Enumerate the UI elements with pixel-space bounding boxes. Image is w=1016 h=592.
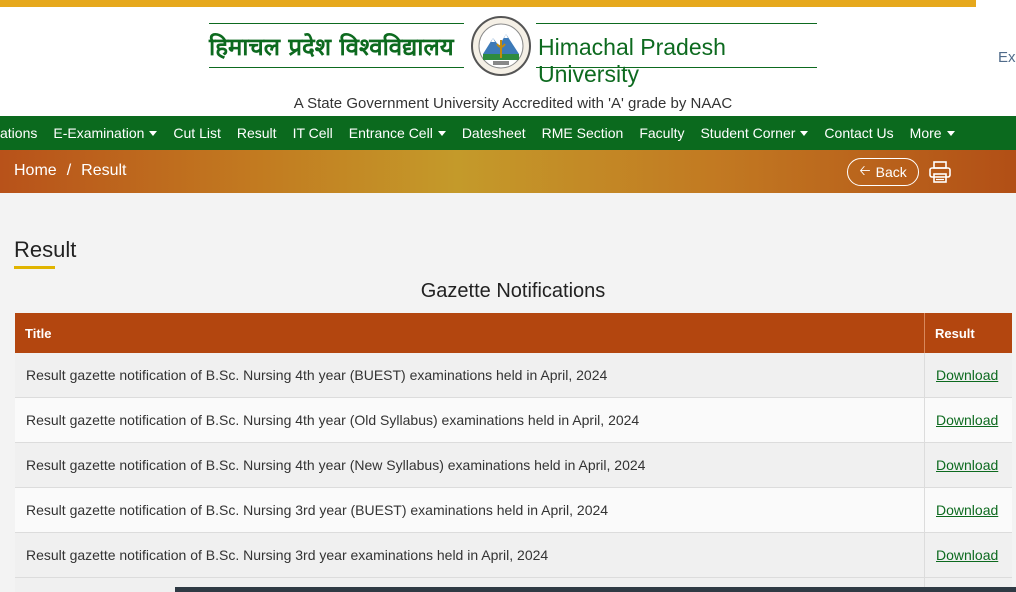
main-content: Result Gazette Notifications Title Resul… (0, 193, 1016, 592)
accreditation-text: A State Government University Accredited… (293, 95, 733, 112)
nav-item-label: Entrance Cell (348, 125, 433, 141)
nav-item-label: Student Corner (700, 125, 796, 141)
english-university-name: Himachal Pradesh University (538, 34, 726, 87)
breadcrumb-band: Home / Result 🡠 Back (0, 150, 1016, 193)
caret-down-icon (437, 130, 446, 136)
breadcrumb-current: Result (81, 162, 127, 179)
printer-icon[interactable] (928, 161, 952, 183)
university-emblem-icon (471, 16, 531, 76)
page-title-underline (14, 266, 55, 269)
row-result-cell: Download (925, 398, 1012, 442)
page-title: Result (14, 237, 77, 262)
header-title: Title (15, 313, 925, 353)
breadcrumb: Home / Result (14, 162, 127, 180)
nav-item-label: Datesheet (461, 125, 526, 141)
nav-item-label: Result (236, 125, 277, 141)
nav-item-11[interactable]: More (910, 125, 955, 141)
nav-item-6[interactable]: Datesheet (462, 125, 526, 141)
nav-item-0[interactable]: ations (0, 125, 37, 141)
back-button-label: Back (875, 164, 907, 180)
nav-item-label: More (909, 125, 942, 141)
table-row: Result gazette notification of B.Sc. Nur… (15, 398, 1012, 443)
results-table: Title Result Result gazette notification… (15, 313, 1012, 592)
caret-down-icon (149, 130, 158, 136)
breadcrumb-separator: / (66, 162, 72, 179)
row-title: Result gazette notification of B.Sc. Nur… (15, 443, 925, 487)
taskbar-edge (175, 587, 1016, 592)
row-title: Result gazette notification of B.Sc. Nur… (15, 398, 925, 442)
nav-item-4[interactable]: IT Cell (293, 125, 333, 141)
site-header: हिमाचल प्रदेश विश्वविद्यालय Himachal Pra… (0, 7, 1016, 116)
nav-item-2[interactable]: Cut List (173, 125, 220, 141)
nav-item-label: Contact Us (824, 125, 894, 141)
section-title: Gazette Notifications (420, 280, 606, 302)
row-result-cell: Download (925, 488, 1012, 532)
nav-item-10[interactable]: Contact Us (824, 125, 893, 141)
nav-item-1[interactable]: E-Examination (53, 125, 158, 141)
nav-item-7[interactable]: RME Section (542, 125, 624, 141)
logo-rule-bottom-left (209, 67, 464, 68)
nav-item-label: IT Cell (292, 125, 333, 141)
breadcrumb-home-link[interactable]: Home (14, 162, 57, 179)
row-result-cell: Download (925, 443, 1012, 487)
table-row: Result gazette notification of B.Sc. Nur… (15, 488, 1012, 533)
top-strip-gap (976, 0, 1016, 7)
row-title: Result gazette notification of B.Sc. Nur… (15, 353, 925, 397)
nav-item-label: Faculty (639, 125, 685, 141)
nav-item-9[interactable]: Student Corner (700, 125, 809, 141)
nav-item-3[interactable]: Result (237, 125, 277, 141)
nav-item-5[interactable]: Entrance Cell (349, 125, 446, 141)
back-button[interactable]: 🡠 Back (847, 158, 919, 186)
caret-down-icon (800, 130, 809, 136)
row-title: Result gazette notification of B.Sc. Nur… (15, 488, 925, 532)
logo-rule-top-right (536, 23, 817, 24)
download-link[interactable]: Download (936, 367, 998, 383)
nav-item-label: E-Examination (53, 125, 145, 141)
arrow-left-icon: 🡠 (859, 162, 871, 178)
logo-rule-top-left (209, 23, 464, 24)
nav-item-label: RME Section (541, 125, 624, 141)
table-header: Title Result (15, 313, 1012, 353)
edge-clipped-text[interactable]: Ex (998, 49, 1016, 66)
download-link[interactable]: Download (936, 412, 998, 428)
download-link[interactable]: Download (936, 502, 998, 518)
table-row: Result gazette notification of B.Sc. Nur… (15, 443, 1012, 488)
download-link[interactable]: Download (936, 547, 998, 563)
header-result: Result (935, 325, 975, 341)
download-link[interactable]: Download (936, 457, 998, 473)
table-row: Result gazette notification of B.Sc. Nur… (15, 353, 1012, 398)
table-row: Result gazette notification of B.Sc. Nur… (15, 533, 1012, 578)
top-gold-strip (0, 0, 976, 7)
nav-item-label: ations (0, 125, 38, 141)
caret-down-icon (946, 130, 955, 136)
logo-block[interactable]: हिमाचल प्रदेश विश्वविद्यालय Himachal Pra… (209, 16, 817, 87)
main-navigation: ations E-Examination Cut List Result IT Cell… (0, 116, 1016, 150)
row-title: Result gazette notification of B.Sc. Nur… (15, 533, 925, 577)
row-result-cell: Download (925, 353, 1012, 397)
row-result-cell: Download (925, 533, 1012, 577)
nav-items-container: ations E-Examination Cut List Result IT Cell… (0, 116, 971, 150)
hindi-university-name: हिमाचल प्रदेश विश्वविद्यालय (209, 33, 454, 61)
nav-item-label: Cut List (173, 125, 221, 141)
table-body: Result gazette notification of B.Sc. Nur… (15, 353, 1012, 578)
nav-item-8[interactable]: Faculty (639, 125, 684, 141)
